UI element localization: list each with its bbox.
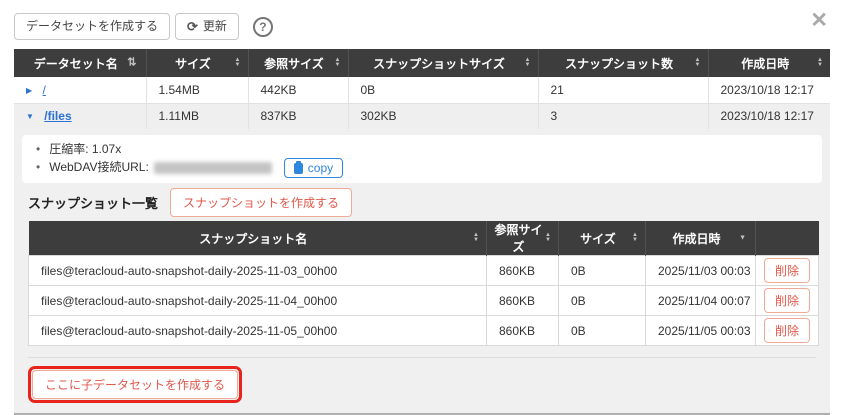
delete-snapshot-button[interactable]: 削除: [764, 258, 810, 283]
header-snap-size[interactable]: サイズ: [559, 221, 646, 256]
cell-size: 1.54MB: [146, 77, 248, 103]
header-label: 参照サイズ: [264, 57, 324, 71]
header-label: サイズ: [580, 232, 616, 246]
snapshot-created: 2025/11/05 00:03: [646, 316, 756, 346]
cell-snapshot-size: 302KB: [348, 103, 538, 129]
webdav-url-row: WebDAV接続URL: copy: [36, 158, 810, 178]
sort-icon: [235, 58, 241, 68]
close-icon[interactable]: ✕: [810, 10, 828, 31]
header-label: サイズ: [175, 57, 211, 71]
snapshot-created: 2025/11/04 00:07: [646, 286, 756, 316]
sort-icon: [695, 58, 701, 68]
dataset-detail-panel: 圧縮率: 1.07x WebDAV接続URL: copy スナップショット一覧 ス…: [14, 129, 830, 415]
snapshot-size: 0B: [559, 256, 646, 286]
header-snapshot-name[interactable]: スナップショット名: [29, 221, 487, 256]
dataset-table-header-row: データセット名 サイズ 参照サイズ スナップショットサイズ スナップショット数 …: [14, 49, 830, 77]
snapshot-row: files@teracloud-auto-snapshot-daily-2025…: [29, 256, 819, 286]
caret-down-icon[interactable]: ▼: [26, 112, 34, 121]
header-size[interactable]: サイズ: [146, 49, 248, 77]
header-ref-size[interactable]: 参照サイズ: [248, 49, 348, 77]
cell-ref-size: 442KB: [248, 77, 348, 103]
snapshot-name: files@teracloud-auto-snapshot-daily-2025…: [29, 256, 487, 286]
snapshot-ref-size: 860KB: [487, 316, 559, 346]
snapshot-row: files@teracloud-auto-snapshot-daily-2025…: [29, 286, 819, 316]
header-label: スナップショットサイズ: [373, 57, 505, 71]
snapshot-list-title: スナップショット一覧: [28, 193, 158, 212]
copy-url-button[interactable]: copy: [284, 158, 343, 178]
sort-desc-icon: [739, 235, 746, 242]
snapshot-ref-size: 860KB: [487, 256, 559, 286]
cell-snapshot-size: 0B: [348, 77, 538, 103]
header-actions: [756, 221, 819, 256]
help-glyph: ?: [259, 20, 266, 34]
help-icon[interactable]: ?: [253, 17, 273, 37]
webdav-url-redacted: [154, 162, 272, 174]
webdav-url-label: WebDAV接続URL:: [49, 160, 149, 174]
refresh-button[interactable]: ⟳ 更新: [175, 13, 239, 40]
snapshot-created: 2025/11/03 00:03: [646, 256, 756, 286]
snapshot-size: 0B: [559, 316, 646, 346]
snapshot-size: 0B: [559, 286, 646, 316]
compression-ratio: 圧縮率: 1.07x: [36, 140, 810, 158]
cell-created: 2023/10/18 12:17: [708, 103, 830, 129]
snapshot-name: files@teracloud-auto-snapshot-daily-2025…: [29, 316, 487, 346]
dataset-link-files[interactable]: /files: [44, 109, 71, 123]
dataset-table: データセット名 サイズ 参照サイズ スナップショットサイズ スナップショット数 …: [14, 49, 830, 129]
refresh-icon: ⟳: [187, 19, 198, 34]
snapshot-table-header-row: スナップショット名 参照サイズ サイズ 作成日時: [29, 221, 819, 256]
header-created[interactable]: 作成日時: [708, 49, 830, 77]
sort-icon: [335, 58, 341, 68]
dataset-info-box: 圧縮率: 1.07x WebDAV接続URL: copy: [22, 135, 822, 183]
sort-icon: [817, 58, 823, 68]
header-snapshot-size[interactable]: スナップショットサイズ: [348, 49, 538, 77]
dataset-link-root[interactable]: /: [43, 83, 46, 97]
header-snap-ref-size[interactable]: 参照サイズ: [487, 221, 559, 256]
sort-icon: [632, 233, 638, 243]
create-child-dataset-label: ここに子データセットを作成する: [45, 378, 225, 392]
create-snapshot-button[interactable]: スナップショットを作成する: [170, 188, 352, 217]
sort-icon: [525, 58, 531, 68]
dataset-row: ▼ /files 1.11MB 837KB 302KB 3 2023/10/18…: [14, 103, 830, 129]
header-dataset-name[interactable]: データセット名: [14, 49, 146, 77]
snapshot-ref-size: 860KB: [487, 286, 559, 316]
cell-size: 1.11MB: [146, 103, 248, 129]
copy-label: copy: [308, 161, 333, 175]
delete-snapshot-button[interactable]: 削除: [764, 288, 810, 313]
delete-snapshot-button[interactable]: 削除: [764, 318, 810, 343]
cell-ref-size: 837KB: [248, 103, 348, 129]
header-label: スナップショット名: [199, 232, 307, 246]
section-divider: [28, 357, 816, 358]
create-child-dataset-button[interactable]: ここに子データセットを作成する: [32, 370, 238, 399]
snapshot-section-header: スナップショット一覧 スナップショットを作成する: [28, 189, 816, 215]
create-dataset-button[interactable]: データセットを作成する: [14, 13, 170, 40]
dataset-row: ▶ / 1.54MB 442KB 0B 21 2023/10/18 12:17: [14, 77, 830, 103]
sort-icon: [545, 233, 551, 243]
header-label: データセット名: [34, 57, 118, 71]
sort-arrows-icon: [127, 58, 136, 69]
header-snapshot-count[interactable]: スナップショット数: [538, 49, 708, 77]
snapshot-table: スナップショット名 参照サイズ サイズ 作成日時: [28, 221, 819, 346]
toolbar: データセットを作成する ⟳ 更新 ?: [0, 0, 844, 49]
snapshot-row: files@teracloud-auto-snapshot-daily-2025…: [29, 316, 819, 346]
sort-icon: [473, 233, 479, 243]
header-label: 作成日時: [672, 232, 720, 246]
header-snap-created[interactable]: 作成日時: [646, 221, 756, 256]
header-label: 参照サイズ: [494, 223, 542, 254]
refresh-label: 更新: [203, 19, 227, 34]
header-label: スナップショット数: [565, 57, 673, 71]
snapshot-name: files@teracloud-auto-snapshot-daily-2025…: [29, 286, 487, 316]
caret-right-icon[interactable]: ▶: [26, 86, 32, 95]
header-label: 作成日時: [741, 57, 789, 71]
cell-snapshot-count: 21: [538, 77, 708, 103]
create-snapshot-label: スナップショットを作成する: [183, 196, 339, 210]
create-dataset-label: データセットを作成する: [26, 19, 158, 34]
red-annotation-box: ここに子データセットを作成する: [28, 366, 242, 403]
cell-snapshot-count: 3: [538, 103, 708, 129]
clipboard-icon: [294, 163, 303, 174]
cell-created: 2023/10/18 12:17: [708, 77, 830, 103]
